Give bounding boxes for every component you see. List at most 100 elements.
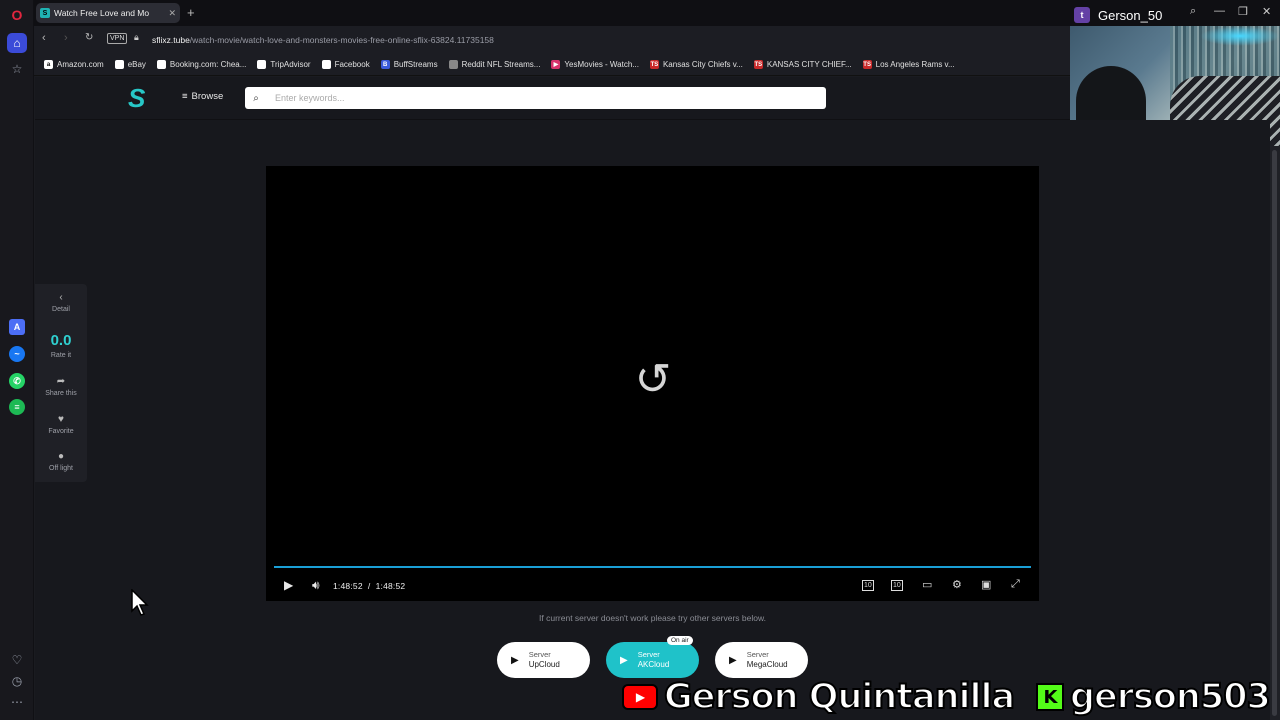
volume-icon[interactable]: 🔊︎ bbox=[312, 578, 320, 593]
search-tabs-icon[interactable]: ⌕ bbox=[1190, 5, 1196, 18]
bookmark-label: BuffStreams bbox=[393, 60, 438, 69]
bookmark-item[interactable]: Booking.com: Chea... bbox=[156, 60, 246, 69]
more-icon[interactable]: ⋯ bbox=[7, 692, 27, 712]
heart-icon[interactable]: ♡ bbox=[7, 650, 27, 670]
chevron-left-icon: ‹ bbox=[59, 292, 63, 303]
lock-icon[interactable]: 🔒︎ bbox=[134, 32, 139, 43]
settings-icon[interactable]: ⚙ bbox=[952, 578, 962, 591]
time-display: 1:48:52 / 1:48:52 bbox=[333, 581, 405, 591]
history-icon[interactable]: ◷ bbox=[7, 671, 27, 691]
star-icon[interactable]: ☆ bbox=[7, 59, 27, 79]
play-icon: ▶ bbox=[620, 654, 628, 666]
reload-icon[interactable]: ↻ bbox=[85, 32, 93, 43]
bookmark-item[interactable]: a Amazon.com bbox=[44, 60, 104, 69]
pip-icon[interactable]: ▣ bbox=[981, 578, 991, 591]
back-icon[interactable]: ‹ bbox=[42, 32, 46, 44]
off-light-button[interactable]: ● Off light bbox=[35, 451, 87, 472]
close-window-icon[interactable]: ✕ bbox=[1262, 5, 1271, 18]
time-separator: / bbox=[367, 581, 371, 591]
scrollbar-thumb[interactable] bbox=[1272, 150, 1277, 716]
kick-name-overlay: K gerson503 bbox=[1036, 676, 1272, 718]
progress-bar[interactable] bbox=[274, 566, 1031, 568]
restore-icon[interactable]: ❐ bbox=[1238, 5, 1248, 18]
bookmark-favicon-icon: ▶ bbox=[551, 60, 561, 69]
messenger-icon[interactable]: ~ bbox=[9, 346, 25, 362]
twitch-username: Gerson_50 bbox=[1098, 7, 1163, 23]
detail-label: Detail bbox=[52, 306, 70, 313]
new-tab-button[interactable]: + bbox=[187, 5, 195, 20]
close-tab-icon[interactable]: ✕ bbox=[168, 8, 176, 19]
server-upcloud-button[interactable]: ▶ Server UpCloud bbox=[497, 642, 590, 678]
bookmark-label: YesMovies - Watch... bbox=[564, 60, 639, 69]
heart-icon: ♥ bbox=[58, 414, 64, 425]
captions-icon[interactable]: ▭ bbox=[922, 578, 932, 591]
bookmark-favicon-icon bbox=[448, 60, 458, 69]
twitch-user: t Gerson_50 bbox=[1074, 7, 1162, 23]
bookmark-favicon-icon bbox=[321, 60, 331, 69]
detail-button[interactable]: ‹ Detail bbox=[35, 292, 87, 313]
rate-label: Rate it bbox=[50, 352, 72, 359]
bookmark-item[interactable]: TS Los Angeles Rams v... bbox=[862, 60, 955, 69]
replay-icon[interactable]: ↺ bbox=[632, 356, 674, 404]
kick-icon: K bbox=[1036, 683, 1064, 711]
screen: O ⌂ ☆ A ~ ✆ ≡ ♡ ◷ ⋯ S Watch Free Love an… bbox=[0, 0, 1280, 720]
bookmark-label: Facebook bbox=[334, 60, 370, 69]
opera-logo-icon[interactable]: O bbox=[7, 5, 27, 25]
bookmark-item[interactable]: TS KANSAS CITY CHIEF... bbox=[753, 60, 852, 69]
url-domain: sflixz.tube bbox=[152, 35, 190, 45]
server-megacloud-button[interactable]: ▶ Server MegaCloud bbox=[715, 642, 808, 678]
share-button[interactable]: ➦ Share this bbox=[35, 376, 87, 397]
forward-10-button[interactable]: 10 bbox=[891, 578, 903, 591]
spotify-icon[interactable]: ≡ bbox=[9, 399, 25, 415]
favorite-button[interactable]: ♥ Favorite bbox=[35, 414, 87, 435]
bookmark-item[interactable]: ▶ YesMovies - Watch... bbox=[551, 60, 639, 69]
lightbulb-icon: ● bbox=[57, 451, 65, 462]
site-header: S ≡ Browse ⌕ bbox=[35, 77, 1070, 120]
url-field[interactable]: sflixz.tube/watch-movie/watch-love-and-m… bbox=[152, 35, 494, 45]
bookmark-item[interactable]: Facebook bbox=[321, 60, 370, 69]
bookmark-label: TripAdvisor bbox=[270, 60, 311, 69]
browser-sidebar: O ⌂ ☆ A ~ ✆ ≡ ♡ ◷ ⋯ bbox=[0, 0, 34, 720]
search-input[interactable] bbox=[275, 93, 795, 103]
twitch-icon: t bbox=[1074, 7, 1090, 23]
bookmark-item[interactable]: TripAdvisor bbox=[257, 60, 311, 69]
server-akcloud-button[interactable]: ▶ Server AKCloud bbox=[606, 642, 699, 678]
rewind-10-button[interactable]: 10 bbox=[862, 578, 874, 591]
bookmark-item[interactable]: B BuffStreams bbox=[380, 60, 438, 69]
sflix-logo[interactable]: S bbox=[128, 85, 152, 111]
favorite-label: Favorite bbox=[48, 428, 74, 435]
home-icon[interactable]: ⌂ bbox=[7, 33, 27, 53]
whatsapp-icon[interactable]: ✆ bbox=[9, 373, 25, 389]
vpn-badge[interactable]: VPN bbox=[107, 33, 128, 44]
kick-name: gerson503 bbox=[1069, 676, 1272, 718]
bookmark-item[interactable]: TS Kansas City Chiefs v... bbox=[649, 60, 743, 69]
bookmark-favicon-icon: a bbox=[44, 60, 53, 69]
rating-value: 0.0 bbox=[50, 332, 72, 349]
bookmark-favicon-icon bbox=[114, 60, 124, 69]
bookmark-favicon-icon: TS bbox=[649, 60, 659, 69]
video-player[interactable]: ↺ ▶ 🔊︎ 1:48:52 / 1:48:52 10 10 ▭ ⚙ ▣ ⤢ bbox=[266, 166, 1039, 601]
watch-side-panel: ‹ Detail 0.0 Rate it ➦ Share this ♥ Favo… bbox=[35, 284, 87, 482]
search-icon[interactable]: ⌕ bbox=[245, 93, 267, 104]
forward-icon[interactable]: › bbox=[64, 32, 68, 44]
bookmark-item[interactable]: eBay bbox=[114, 60, 146, 69]
tab-strip: S Watch Free Love and Mo ✕ + t Gerson_50… bbox=[34, 0, 1280, 26]
play-icon[interactable]: ▶ bbox=[284, 578, 293, 592]
share-label: Share this bbox=[45, 390, 77, 397]
aria-icon[interactable]: A bbox=[9, 319, 25, 335]
browser-tab[interactable]: S Watch Free Love and Mo ✕ bbox=[36, 3, 180, 23]
bookmark-favicon-icon: TS bbox=[862, 60, 872, 69]
bookmark-label: Los Angeles Rams v... bbox=[875, 60, 955, 69]
scrollbar[interactable] bbox=[1270, 146, 1280, 720]
bookmark-label: Amazon.com bbox=[57, 60, 104, 69]
fullscreen-icon[interactable]: ⤢ bbox=[1011, 578, 1020, 591]
browse-button[interactable]: ≡ Browse bbox=[182, 91, 223, 102]
bookmark-label: Kansas City Chiefs v... bbox=[662, 60, 743, 69]
mouse-cursor-icon bbox=[131, 589, 149, 616]
bookmark-favicon-icon bbox=[156, 60, 166, 69]
bookmark-favicon-icon bbox=[257, 60, 267, 69]
minimize-icon[interactable]: — bbox=[1214, 5, 1225, 17]
bookmark-favicon-icon: B bbox=[380, 60, 390, 69]
bookmark-item[interactable]: Reddit NFL Streams... bbox=[448, 60, 540, 69]
rate-button[interactable]: 0.0 Rate it bbox=[35, 332, 87, 359]
